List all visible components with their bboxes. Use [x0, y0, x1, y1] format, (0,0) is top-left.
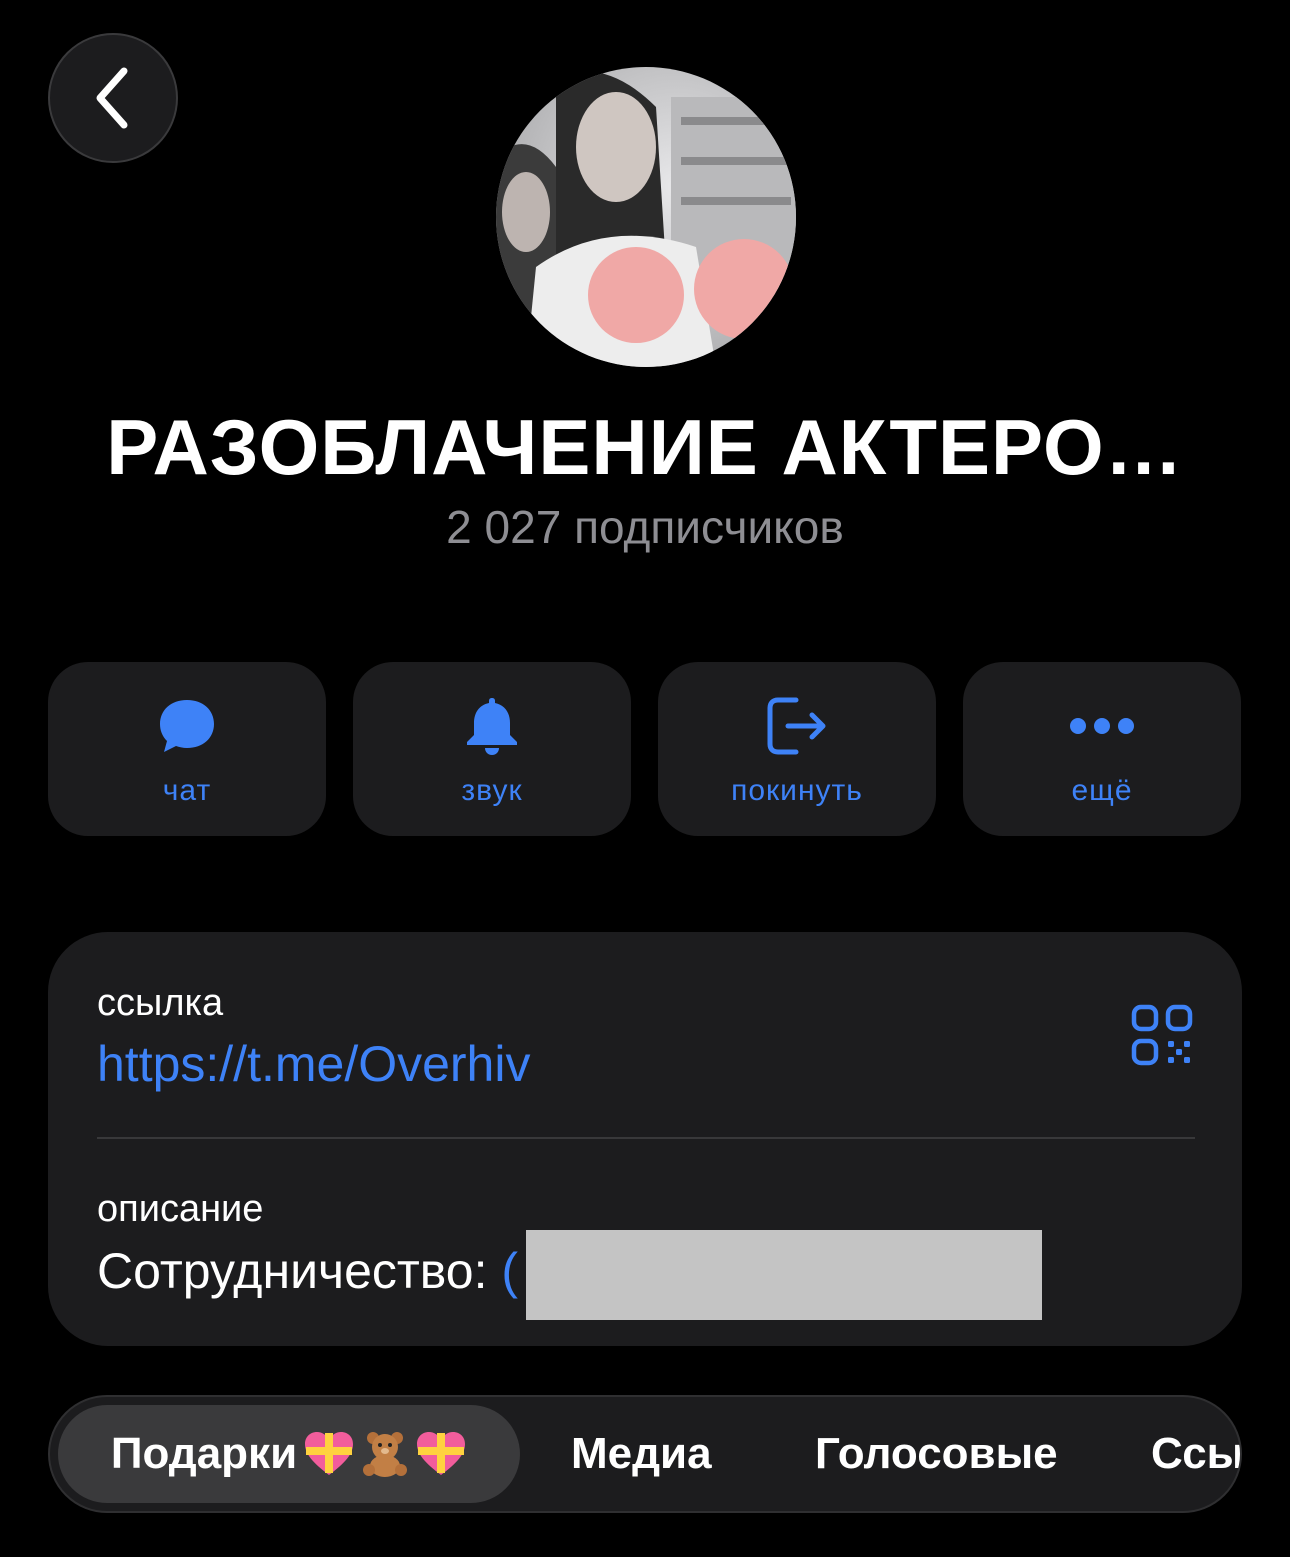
back-button[interactable] — [48, 33, 178, 163]
info-card: ссылка https://t.me/Overhiv описание Сот… — [48, 932, 1242, 1346]
sound-button[interactable]: звук — [353, 662, 631, 836]
leave-button-label: покинуть — [731, 774, 863, 807]
sound-button-label: звук — [461, 774, 523, 807]
media-tabs: Подарки Медиа Голосовые Ссы — [48, 1395, 1242, 1513]
chat-button-label: чат — [162, 774, 212, 807]
tab-gifts[interactable]: Подарки — [58, 1405, 520, 1503]
chevron-left-icon — [96, 67, 128, 129]
chat-button[interactable]: чат — [48, 662, 326, 836]
info-divider — [97, 1137, 1195, 1139]
more-button-label: ещё — [1071, 774, 1133, 807]
subscriber-count: 2 027 подписчиков — [446, 501, 844, 553]
avatar-image — [496, 67, 796, 367]
link-label: ссылка — [97, 982, 224, 1024]
heart-gift-icon — [417, 1432, 466, 1475]
tab-media[interactable]: Медиа — [571, 1397, 712, 1511]
channel-avatar[interactable] — [496, 67, 796, 367]
more-button[interactable]: ещё — [963, 662, 1241, 836]
qr-code-button[interactable] — [1131, 1004, 1193, 1066]
channel-title: РАЗОБЛАЧЕНИЕ АКТЕРО… — [106, 403, 1184, 491]
tab-gifts-label: Подарки — [110, 1429, 298, 1478]
channel-link[interactable]: https://t.me/Overhiv — [97, 1035, 530, 1093]
teddy-bear-icon — [363, 1432, 408, 1477]
leave-button[interactable]: покинуть — [658, 662, 936, 836]
description-label: описание — [97, 1188, 264, 1230]
leave-icon — [767, 697, 826, 755]
description-text: Сотрудничество: ( — [97, 1242, 518, 1300]
chat-bubble-icon — [160, 700, 214, 752]
heart-gift-icon — [305, 1432, 354, 1475]
action-bar: чат звук покинуть ещё — [48, 662, 1242, 836]
more-dots-icon — [1070, 718, 1134, 734]
tab-voice[interactable]: Голосовые — [815, 1397, 1058, 1511]
redacted-area — [526, 1230, 1042, 1320]
qr-code-icon — [1131, 1004, 1193, 1066]
tab-links[interactable]: Ссы — [1151, 1397, 1240, 1511]
description-link[interactable]: ( — [501, 1243, 518, 1299]
description-value: Сотрудничество: — [97, 1243, 502, 1299]
bell-icon — [467, 698, 517, 755]
